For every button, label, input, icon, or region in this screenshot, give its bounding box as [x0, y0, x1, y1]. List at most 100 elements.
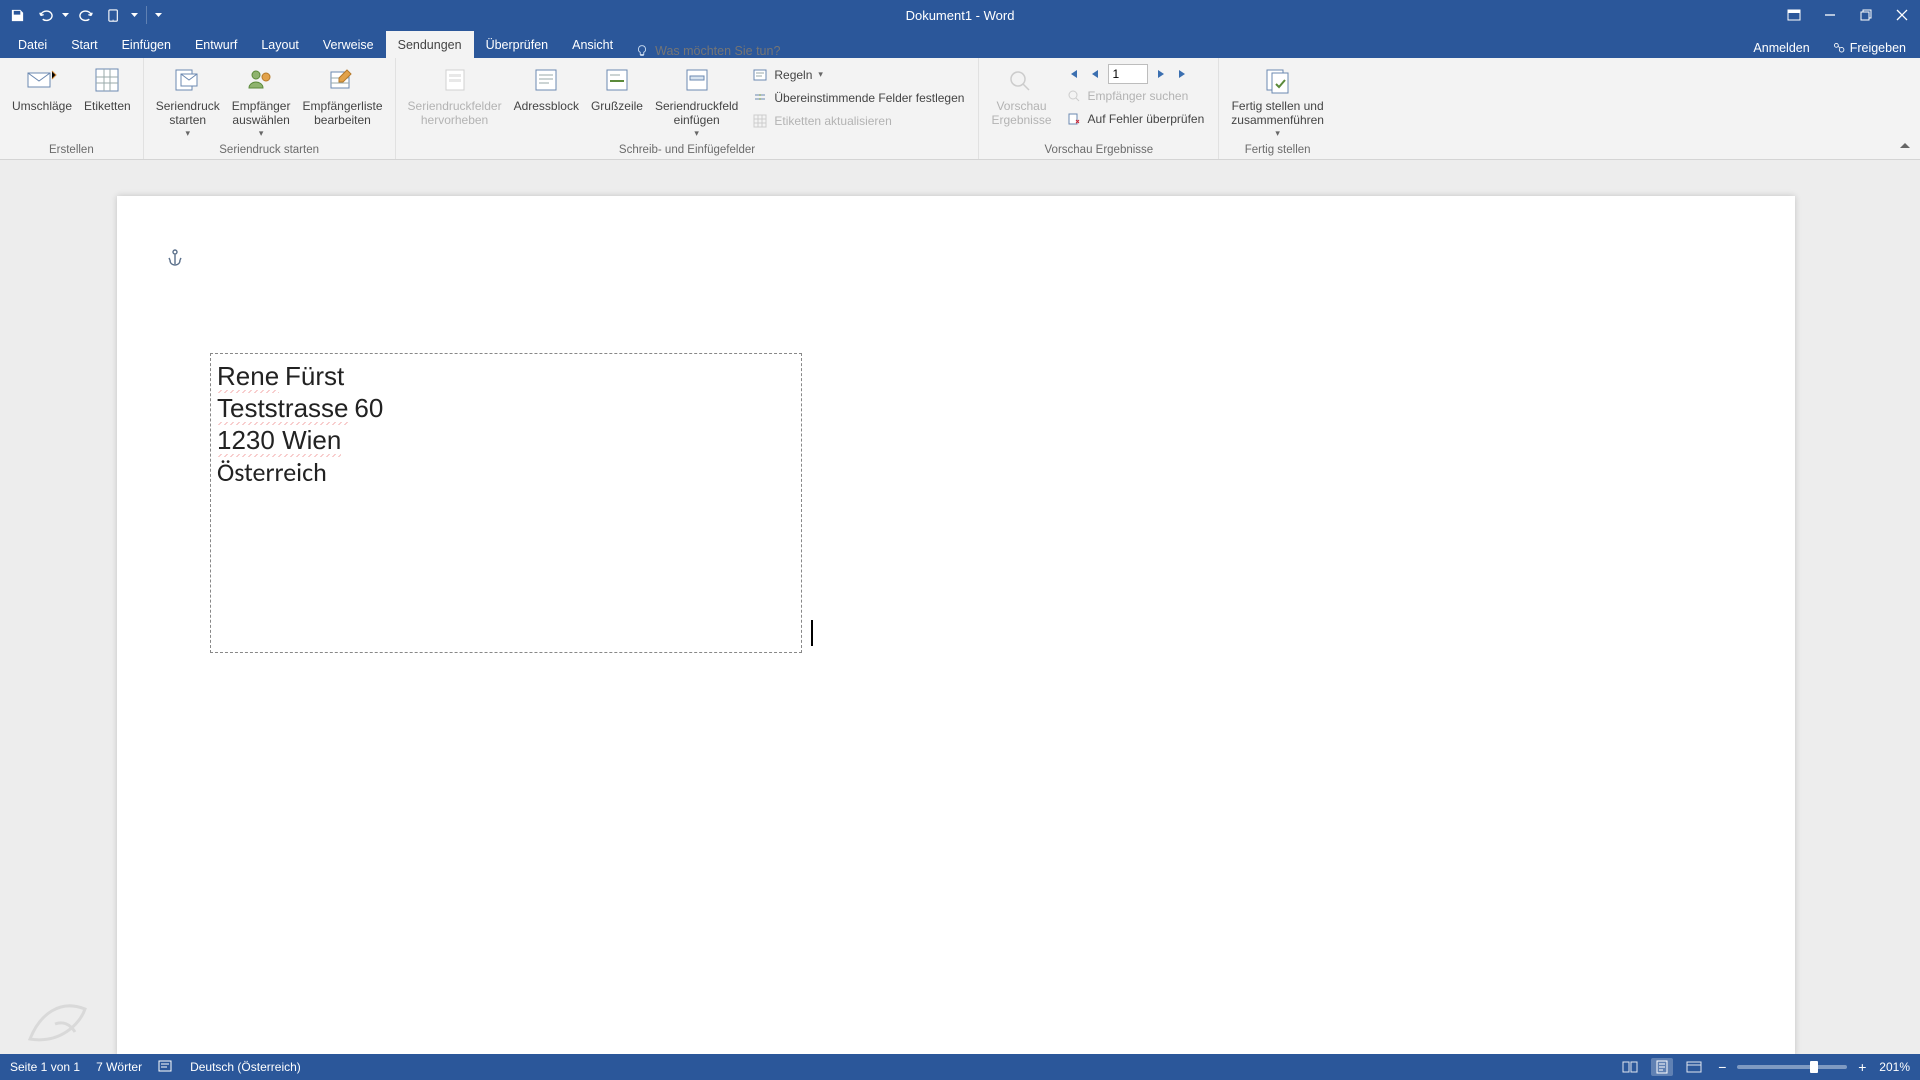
greeting-line-icon: [603, 66, 631, 94]
window-title: Dokument1 - Word: [906, 8, 1015, 23]
web-layout-button[interactable]: [1683, 1058, 1705, 1076]
recipients-icon: [246, 66, 276, 94]
tab-strip: Datei Start Einfügen Entwurf Layout Verw…: [0, 30, 1920, 58]
tab-references[interactable]: Verweise: [311, 31, 386, 58]
text-cursor: [811, 620, 813, 646]
tab-file[interactable]: Datei: [6, 31, 59, 58]
select-recipients-label: Empfänger auswählen: [232, 99, 291, 127]
anchor-icon: [167, 248, 183, 273]
chevron-down-icon[interactable]: [155, 9, 162, 21]
close-icon: [1896, 9, 1908, 21]
prev-record-icon: [1090, 68, 1100, 80]
status-language[interactable]: Deutsch (Österreich): [190, 1060, 301, 1074]
highlight-merge-fields-button: Seriendruckfelder hervorheben: [402, 61, 508, 127]
chevron-down-icon: ▾: [1275, 128, 1280, 139]
address-block-icon: [532, 66, 560, 94]
update-labels-button: Etiketten aktualisieren: [748, 110, 968, 131]
next-record-icon: [1156, 68, 1166, 80]
address-textbox[interactable]: Rene Fürst Teststrasse 60 1230 Wien Öste…: [210, 353, 802, 653]
select-recipients-button[interactable]: Empfänger auswählen ▾: [226, 61, 297, 139]
tab-insert[interactable]: Einfügen: [110, 31, 183, 58]
zoom-slider[interactable]: − +: [1715, 1060, 1869, 1074]
labels-icon: [93, 66, 121, 94]
address-line-1[interactable]: Rene Fürst: [217, 360, 795, 392]
status-words[interactable]: 7 Wörter: [96, 1060, 142, 1074]
match-fields-button[interactable]: Übereinstimmende Felder festlegen: [748, 87, 968, 108]
start-mail-merge-label: Seriendruck starten: [156, 99, 220, 127]
close-button[interactable]: [1884, 0, 1920, 30]
restore-button[interactable]: [1848, 0, 1884, 30]
rules-button[interactable]: Regeln ▾: [748, 64, 968, 85]
address-line-1b: Fürst: [285, 361, 344, 391]
read-mode-button[interactable]: [1619, 1058, 1641, 1076]
ribbon-display-button[interactable]: [1776, 0, 1812, 30]
preview-results-button: Vorschau Ergebnisse: [985, 61, 1057, 127]
ribbon-display-icon: [1787, 9, 1801, 21]
first-record-button[interactable]: [1064, 65, 1082, 83]
address-block-button[interactable]: Adressblock: [508, 61, 585, 113]
zoom-level[interactable]: 201%: [1879, 1060, 1910, 1074]
find-recipient-icon: [1067, 89, 1081, 103]
signin-button[interactable]: Anmelden: [1745, 38, 1817, 58]
collapse-ribbon-button[interactable]: [1898, 140, 1912, 155]
share-icon: [1832, 41, 1846, 55]
next-record-button[interactable]: [1152, 65, 1170, 83]
address-line-2[interactable]: Teststrasse 60: [217, 392, 795, 424]
prev-record-button[interactable]: [1086, 65, 1104, 83]
zoom-out-button[interactable]: −: [1715, 1060, 1729, 1074]
rules-icon: [753, 68, 767, 82]
print-layout-button[interactable]: [1651, 1058, 1673, 1076]
tell-me-search[interactable]: [625, 44, 835, 58]
envelopes-button[interactable]: Umschläge: [6, 61, 78, 113]
address-line-1a: Rene: [217, 361, 279, 393]
tab-view[interactable]: Ansicht: [560, 31, 625, 58]
undo-icon: [38, 8, 53, 23]
document-workspace[interactable]: Rene Fürst Teststrasse 60 1230 Wien Öste…: [0, 160, 1920, 1054]
page[interactable]: Rene Fürst Teststrasse 60 1230 Wien Öste…: [117, 196, 1795, 1054]
chevron-down-icon[interactable]: [131, 9, 138, 21]
start-mail-merge-button[interactable]: Seriendruck starten ▾: [150, 61, 226, 139]
touch-icon: [107, 8, 122, 23]
tab-mailings[interactable]: Sendungen: [386, 31, 474, 58]
tab-home[interactable]: Start: [59, 31, 109, 58]
address-line-2a: Teststrasse: [217, 393, 349, 425]
watermark-icon: [20, 979, 110, 1054]
last-record-button[interactable]: [1174, 65, 1192, 83]
group-fields-label: Schreib- und Einfügefelder: [402, 142, 973, 159]
separator: [146, 6, 147, 24]
share-label: Freigeben: [1850, 41, 1906, 55]
address-line-4[interactable]: Österreich: [217, 456, 795, 488]
redo-button[interactable]: [75, 4, 97, 26]
insert-merge-field-button[interactable]: Seriendruckfeld einfügen ▾: [649, 61, 744, 139]
share-button[interactable]: Freigeben: [1824, 38, 1914, 58]
undo-button[interactable]: [34, 4, 56, 26]
mail-merge-icon: [173, 66, 203, 94]
greeting-line-button[interactable]: Grußzeile: [585, 61, 649, 113]
address-line-2b: 60: [354, 393, 383, 423]
labels-label: Etiketten: [84, 99, 131, 113]
tab-review[interactable]: Überprüfen: [474, 31, 561, 58]
save-button[interactable]: [6, 4, 28, 26]
chevron-up-icon: [1898, 140, 1912, 152]
tab-design[interactable]: Entwurf: [183, 31, 249, 58]
zoom-track[interactable]: [1737, 1065, 1847, 1069]
ribbon-group-fields: Seriendruckfelder hervorheben Adressbloc…: [396, 58, 980, 159]
tell-me-input[interactable]: [655, 44, 825, 58]
touch-mode-button[interactable]: [103, 4, 125, 26]
chevron-down-icon[interactable]: [62, 9, 69, 21]
minimize-button[interactable]: [1812, 0, 1848, 30]
merge-field-icon: [683, 66, 711, 94]
status-proofing-icon[interactable]: [158, 1059, 174, 1076]
address-line-3[interactable]: 1230 Wien: [217, 424, 795, 456]
chevron-down-icon: ▾: [259, 128, 264, 139]
check-errors-button[interactable]: Auf Fehler überprüfen: [1062, 108, 1209, 129]
zoom-thumb[interactable]: [1810, 1061, 1818, 1073]
record-number-input[interactable]: [1108, 64, 1148, 84]
edit-recipients-button[interactable]: Empfängerliste bearbeiten: [296, 61, 388, 127]
tab-layout[interactable]: Layout: [249, 31, 311, 58]
edit-recipients-label: Empfängerliste bearbeiten: [302, 99, 382, 127]
status-page[interactable]: Seite 1 von 1: [10, 1060, 80, 1074]
finish-merge-button[interactable]: Fertig stellen und zusammenführen ▾: [1225, 61, 1330, 139]
zoom-in-button[interactable]: +: [1855, 1060, 1869, 1074]
labels-button[interactable]: Etiketten: [78, 61, 137, 113]
